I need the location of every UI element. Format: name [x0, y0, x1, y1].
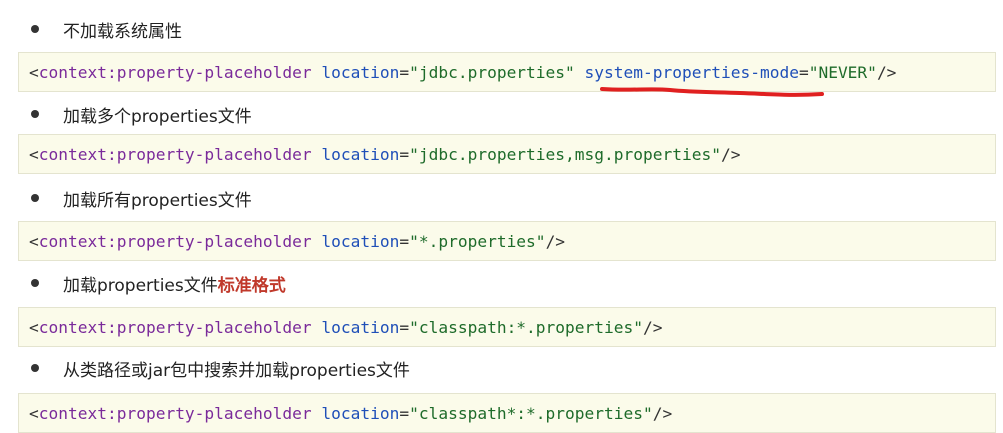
code-tag-name: context:property-placeholder [38, 403, 312, 423]
code-equals: = [399, 62, 410, 82]
code-attribute-location: location [321, 403, 400, 423]
code-open-bracket: < [29, 317, 39, 337]
code-close-bracket: /> [876, 62, 897, 82]
code-attribute-value: "*.properties" [409, 231, 546, 251]
bullet-text: 从类路径或jar包中搜索并加载properties文件 [63, 360, 410, 381]
bullet-item-no-system-properties: 不加载系统属性 [28, 16, 182, 42]
code-equals: = [399, 231, 410, 251]
code-equals: = [399, 144, 410, 164]
code-open-bracket: < [29, 231, 39, 251]
bullet-dot-icon [31, 279, 39, 287]
bullet-dot-icon [31, 364, 39, 372]
bullet-item-multiple-files: 加载多个properties文件 [28, 101, 252, 127]
code-attribute-location: location [321, 231, 400, 251]
code-block-classpath-jar: < context:property-placeholder location = "… [18, 393, 996, 433]
code-close-bracket: /> [720, 144, 741, 164]
code-block-standard-format: < context:property-placeholder location = "… [18, 307, 996, 347]
code-open-bracket: < [29, 403, 39, 423]
code-tag-name: context:property-placeholder [38, 62, 312, 82]
bullet-text: 加载多个properties文件 [63, 106, 252, 127]
code-attribute-value: "classpath*:*.properties" [409, 403, 653, 423]
code-attribute-location: location [321, 317, 400, 337]
code-close-bracket: /> [652, 403, 673, 423]
code-block-multiple-files: < context:property-placeholder location = "… [18, 134, 996, 174]
bullet-item-all-files: 加载所有properties文件 [28, 185, 252, 211]
bullet-item-standard-format: 加载properties文件 标准格式 [28, 270, 286, 296]
code-tag-name: context:property-placeholder [38, 144, 312, 164]
code-attribute-system-properties-mode: system-properties-mode [584, 62, 799, 82]
code-attribute-value: "classpath:*.properties" [409, 317, 644, 337]
code-tag-name: context:property-placeholder [38, 317, 312, 337]
document-page: 不加载系统属性 < context:property-placeholder lo… [0, 0, 1003, 433]
code-equals: = [399, 403, 410, 423]
code-open-bracket: < [29, 62, 39, 82]
code-tag-name: context:property-placeholder [38, 231, 312, 251]
bullet-text: 加载所有properties文件 [63, 190, 252, 211]
code-attribute-value: "jdbc.properties" [409, 62, 575, 82]
code-attribute-value-never: "NEVER" [808, 62, 877, 82]
code-block-all-files: < context:property-placeholder location = "… [18, 221, 996, 261]
code-block-no-system-properties: < context:property-placeholder location = "… [18, 52, 996, 92]
code-close-bracket: /> [643, 317, 663, 337]
bullet-dot-icon [31, 194, 39, 202]
code-equals: = [399, 317, 410, 337]
bullet-highlight-text: 标准格式 [217, 275, 286, 296]
code-equals: = [798, 62, 809, 82]
bullet-dot-icon [31, 110, 39, 118]
code-open-bracket: < [29, 144, 39, 164]
code-attribute-location: location [321, 62, 400, 82]
bullet-text: 加载properties文件 [63, 275, 218, 296]
bullet-item-classpath-jar: 从类路径或jar包中搜索并加载properties文件 [28, 355, 410, 381]
bullet-dot-icon [31, 25, 39, 33]
code-attribute-value: "jdbc.properties,msg.properties" [409, 144, 721, 164]
code-close-bracket: /> [545, 231, 566, 251]
bullet-text: 不加载系统属性 [63, 21, 182, 42]
red-underline-annotation [600, 87, 824, 97]
code-attribute-location: location [321, 144, 400, 164]
